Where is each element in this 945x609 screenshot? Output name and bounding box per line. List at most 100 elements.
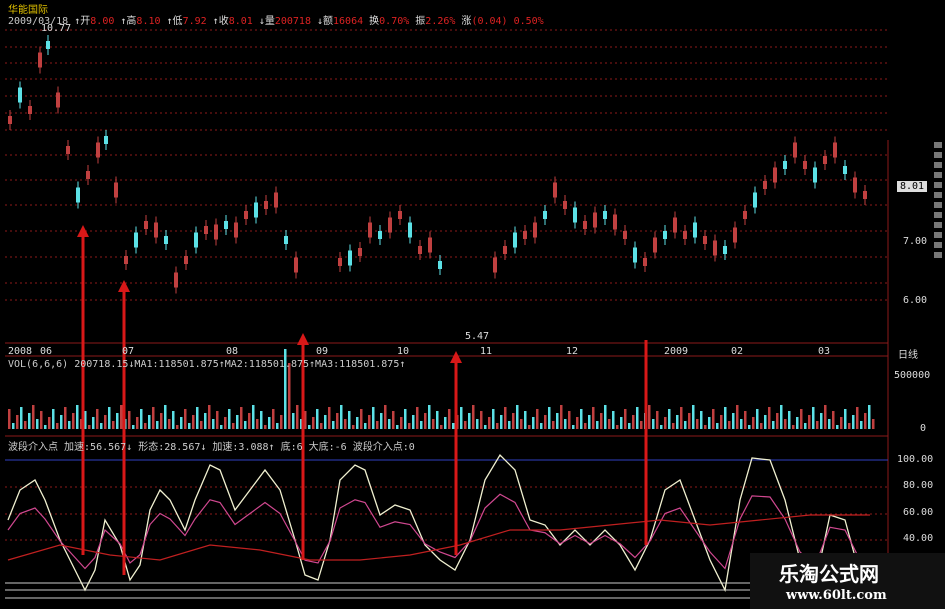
candle-body	[793, 142, 797, 158]
candle-body	[583, 221, 587, 229]
candle-body	[274, 192, 278, 208]
volume-bar	[424, 413, 427, 429]
candle-body	[348, 250, 352, 266]
volume-bar	[560, 405, 563, 429]
volume-bar	[120, 405, 123, 429]
volume-bar	[436, 411, 439, 429]
candle-body	[663, 231, 667, 239]
date-axis-label: 12	[566, 346, 579, 357]
volume-bar	[40, 411, 43, 429]
volume-bar	[752, 417, 755, 429]
volume-bar	[628, 423, 631, 429]
date-axis-label: 06	[40, 346, 53, 357]
volume-bar	[484, 425, 487, 429]
volume-bar	[192, 415, 195, 429]
candle-body	[633, 247, 637, 263]
volume-bar	[228, 409, 231, 429]
candle-body	[234, 222, 238, 238]
candle-body	[358, 248, 362, 256]
volume-bar	[520, 419, 523, 429]
right-toolbar-strip[interactable]	[931, 140, 945, 320]
volume-bar	[136, 417, 139, 429]
volume-bar	[240, 407, 243, 429]
volume-bar	[92, 417, 95, 429]
volume-bar	[844, 409, 847, 429]
volume-bar	[704, 425, 707, 429]
volume-bar	[96, 409, 99, 429]
volume-bar	[460, 407, 463, 429]
volume-bar	[164, 405, 167, 429]
volume-bar	[772, 421, 775, 429]
volume-bar	[340, 405, 343, 429]
candle-body	[753, 192, 757, 208]
volume-bar	[640, 421, 643, 429]
volume-bar	[332, 421, 335, 429]
volume-bar	[360, 409, 363, 429]
current-price-tag: 8.01	[897, 181, 928, 192]
volume-bar	[224, 417, 227, 429]
volume-bar	[852, 415, 855, 429]
volume-bar	[244, 421, 247, 429]
volume-bar	[312, 417, 315, 429]
indicator-field: 大底:-6	[302, 442, 347, 453]
candle-body	[418, 246, 422, 254]
candle-body	[713, 240, 717, 256]
candle-body	[154, 222, 158, 238]
volume-bar	[432, 419, 435, 429]
volume-bar	[744, 411, 747, 429]
volume-bar	[872, 419, 875, 429]
volume-bar	[612, 411, 615, 429]
candle-body	[643, 258, 647, 266]
volume-bar	[400, 417, 403, 429]
volume-bar	[252, 405, 255, 429]
volume-bar	[408, 423, 411, 429]
indicator-field: 加速:56.567↓	[64, 442, 133, 453]
volume-bar	[396, 425, 399, 429]
volume-bar	[348, 411, 351, 429]
volume-bar	[76, 405, 79, 429]
chart-canvas[interactable]	[0, 0, 945, 609]
volume-bar	[8, 409, 11, 429]
candle-body	[763, 181, 767, 189]
date-axis-label: 2008	[8, 346, 33, 357]
indicator-field: 形态:28.567↓	[132, 442, 207, 453]
volume-bar	[12, 423, 15, 429]
candle-body	[244, 211, 248, 219]
volume-bar	[148, 415, 151, 429]
candle-body	[194, 232, 198, 248]
volume-bar	[584, 423, 587, 429]
date-axis-label: 02	[731, 346, 744, 357]
volume-bar	[788, 411, 791, 429]
volume-bar	[564, 419, 567, 429]
volume-bar	[160, 413, 163, 429]
volume-bar	[108, 407, 111, 429]
volume-bar	[128, 411, 131, 429]
candle-body	[134, 232, 138, 248]
candle-body	[174, 272, 178, 288]
period-label[interactable]: 日线	[898, 346, 918, 361]
candle-body	[254, 202, 258, 218]
ind-tick-80: 80.00	[903, 480, 934, 491]
volume-bar	[536, 409, 539, 429]
volume-bar	[48, 417, 51, 429]
candle-body	[144, 221, 148, 229]
date-axis-label: 03	[818, 346, 831, 357]
volume-bar	[468, 413, 471, 429]
volume-bar	[864, 413, 867, 429]
low-price-label: 5.47	[465, 331, 490, 342]
price-tick-6: 6.00	[903, 295, 928, 306]
high-price-label: 10.77	[41, 23, 72, 34]
candle-body	[428, 237, 432, 253]
volume-bar	[32, 405, 35, 429]
volume-header: VOL(6,6,6) 200718.15↓MA1:118501.875↑MA2:…	[8, 359, 406, 370]
candle-body	[493, 257, 497, 273]
volume-bar	[732, 413, 735, 429]
volume-bar	[368, 415, 371, 429]
volume-bar	[60, 415, 63, 429]
candle-body	[573, 207, 577, 223]
candle-body	[783, 161, 787, 169]
candle-body	[164, 236, 168, 244]
candle-body	[653, 237, 657, 253]
volume-bar	[464, 421, 467, 429]
candle-body	[503, 246, 507, 254]
